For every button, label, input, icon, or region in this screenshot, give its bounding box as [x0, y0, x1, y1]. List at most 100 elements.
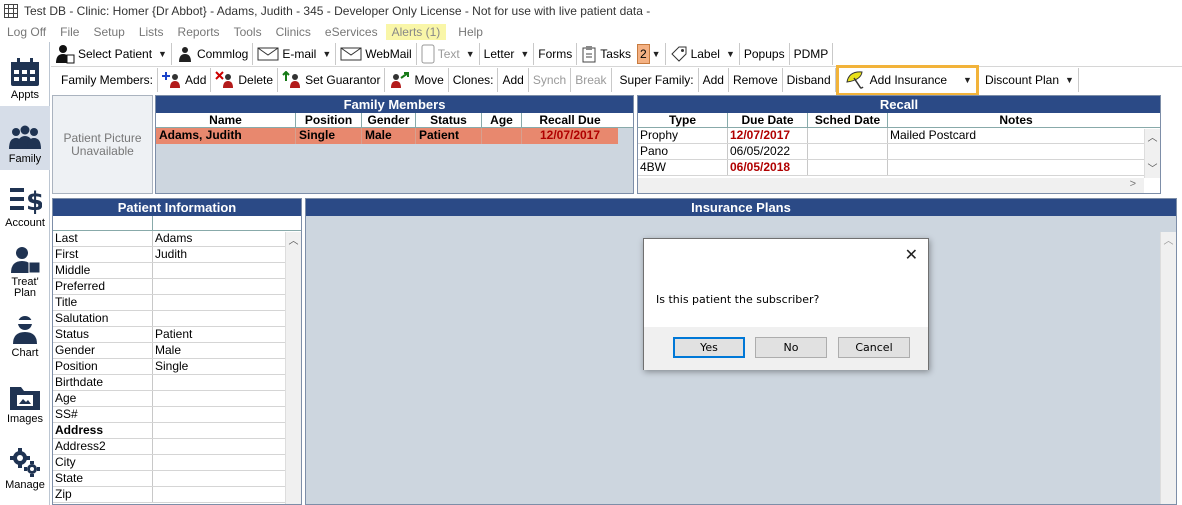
- clones-add-button[interactable]: Add: [498, 68, 529, 92]
- nav-images[interactable]: Images: [0, 364, 50, 430]
- table-row[interactable]: Prophy 12/07/2017 Mailed Postcard: [638, 128, 1144, 144]
- table-row[interactable]: Status Patient: [53, 327, 301, 343]
- recall-vertical-scrollbar[interactable]: ︿ ﹀: [1144, 129, 1160, 178]
- menu-log-off[interactable]: Log Off: [7, 25, 46, 39]
- table-row[interactable]: State: [53, 471, 301, 487]
- recall-horizontal-scrollbar[interactable]: >: [638, 178, 1144, 193]
- chevron-down-icon[interactable]: ▼: [520, 49, 529, 59]
- table-row[interactable]: City: [53, 455, 301, 471]
- menu-file[interactable]: File: [60, 25, 79, 39]
- commlog-button[interactable]: Commlog: [172, 43, 254, 65]
- chevron-down-icon[interactable]: ▼: [963, 75, 972, 85]
- scroll-up-icon[interactable]: ︿: [1161, 232, 1176, 247]
- email-button[interactable]: E-mail ▼: [253, 43, 337, 65]
- nav-chart[interactable]: Chart: [0, 304, 50, 364]
- cancel-button[interactable]: Cancel: [838, 337, 910, 358]
- chevron-down-icon[interactable]: ▼: [322, 49, 331, 59]
- nav-family[interactable]: Family: [0, 106, 50, 170]
- menu-reports[interactable]: Reports: [178, 25, 220, 39]
- col-gender[interactable]: Gender: [362, 113, 416, 127]
- table-row[interactable]: Gender Male: [53, 343, 301, 359]
- col-due-date[interactable]: Due Date: [728, 113, 808, 127]
- insurance-vertical-scrollbar[interactable]: ︿: [1160, 232, 1176, 504]
- nav-treatplan[interactable]: Treat' Plan: [0, 234, 50, 304]
- col-name[interactable]: Name: [156, 113, 296, 127]
- insurance-plans-header: [306, 216, 1176, 231]
- nav-appts[interactable]: Appts: [0, 42, 50, 106]
- chevron-down-icon[interactable]: ▼: [726, 49, 735, 59]
- forms-button[interactable]: Forms: [534, 43, 578, 65]
- table-row[interactable]: Address: [53, 423, 301, 439]
- yes-button[interactable]: Yes: [673, 337, 745, 358]
- table-row[interactable]: 4BW 06/05/2018: [638, 160, 1144, 176]
- table-row[interactable]: First Judith: [53, 247, 301, 263]
- chevron-down-icon[interactable]: ▼: [158, 49, 167, 59]
- table-row[interactable]: SS#: [53, 407, 301, 423]
- col-status[interactable]: Status: [416, 113, 482, 127]
- set-guarantor-button[interactable]: Set Guarantor: [278, 68, 386, 92]
- field-value: [153, 439, 285, 454]
- letter-button[interactable]: Letter ▼: [480, 43, 535, 65]
- scroll-up-icon[interactable]: ︿: [286, 232, 301, 247]
- discount-plan-button[interactable]: Discount Plan ▼: [979, 68, 1079, 92]
- field-value: [153, 407, 285, 422]
- nav-treat-label-2: Plan: [13, 287, 37, 299]
- table-row[interactable]: Title: [53, 295, 301, 311]
- menu-tools[interactable]: Tools: [234, 25, 262, 39]
- nav-account-label: Account: [5, 217, 45, 229]
- menu-eservices[interactable]: eServices: [325, 25, 378, 39]
- table-row[interactable]: Middle: [53, 263, 301, 279]
- table-row[interactable]: Preferred: [53, 279, 301, 295]
- col-recall-due[interactable]: Recall Due: [522, 113, 618, 127]
- table-row[interactable]: Birthdate: [53, 375, 301, 391]
- tasks-button[interactable]: Tasks 2 ▼: [577, 43, 666, 65]
- delete-family-member-button[interactable]: Delete: [211, 68, 279, 92]
- table-row[interactable]: Address2: [53, 439, 301, 455]
- insurance-plans-title: Insurance Plans: [306, 199, 1176, 216]
- select-patient-button[interactable]: Select Patient ▼: [51, 43, 172, 65]
- add-insurance-highlight: Add Insurance ▼: [835, 64, 979, 96]
- chevron-down-icon[interactable]: ▼: [652, 49, 661, 59]
- break-button[interactable]: Break: [571, 68, 612, 92]
- col-age[interactable]: Age: [482, 113, 522, 127]
- add-family-member-button[interactable]: Add: [158, 68, 212, 92]
- table-row[interactable]: Salutation: [53, 311, 301, 327]
- no-button[interactable]: No: [755, 337, 827, 358]
- nav-manage[interactable]: Manage: [0, 430, 50, 496]
- table-row[interactable]: Position Single: [53, 359, 301, 375]
- patinfo-vertical-scrollbar[interactable]: ︿: [285, 232, 301, 504]
- menu-setup[interactable]: Setup: [93, 25, 124, 39]
- popups-button[interactable]: Popups: [740, 43, 790, 65]
- col-position[interactable]: Position: [296, 113, 362, 127]
- super-family-add-button[interactable]: Add: [699, 68, 729, 92]
- close-icon[interactable]: ✕: [905, 245, 918, 265]
- add-insurance-button[interactable]: Add Insurance ▼: [839, 68, 976, 92]
- text-button[interactable]: Text ▼: [417, 43, 480, 65]
- field-value: Single: [155, 359, 189, 373]
- table-row[interactable]: Last Adams: [53, 231, 301, 247]
- col-sched-date[interactable]: Sched Date: [808, 113, 888, 127]
- table-row[interactable]: Pano 06/05/2022: [638, 144, 1144, 160]
- chevron-down-icon[interactable]: ▼: [1065, 75, 1074, 85]
- super-family-disband-button[interactable]: Disband: [783, 68, 836, 92]
- table-row[interactable]: Adams, Judith Single Male Patient 12/07/…: [156, 128, 618, 144]
- super-family-remove-button[interactable]: Remove: [729, 68, 783, 92]
- table-row[interactable]: Zip: [53, 487, 301, 503]
- scroll-up-icon[interactable]: ︿: [1145, 129, 1160, 144]
- synch-button[interactable]: Synch: [529, 68, 572, 92]
- pdmp-button[interactable]: PDMP: [790, 43, 834, 65]
- menu-clinics[interactable]: Clinics: [276, 25, 311, 39]
- scroll-right-icon[interactable]: >: [1130, 178, 1136, 190]
- chevron-down-icon[interactable]: ▼: [466, 49, 475, 59]
- col-notes[interactable]: Notes: [888, 113, 1144, 127]
- table-row[interactable]: Age: [53, 391, 301, 407]
- webmail-button[interactable]: WebMail: [336, 43, 417, 65]
- nav-account[interactable]: $ Account: [0, 170, 50, 234]
- menu-help[interactable]: Help: [458, 25, 483, 39]
- label-button[interactable]: Label ▼: [666, 43, 740, 65]
- move-button[interactable]: Move: [385, 68, 449, 92]
- menu-alerts[interactable]: Alerts (1): [385, 24, 447, 40]
- menu-lists[interactable]: Lists: [139, 25, 164, 39]
- col-type[interactable]: Type: [638, 113, 728, 127]
- scroll-down-icon[interactable]: ﹀: [1145, 160, 1160, 175]
